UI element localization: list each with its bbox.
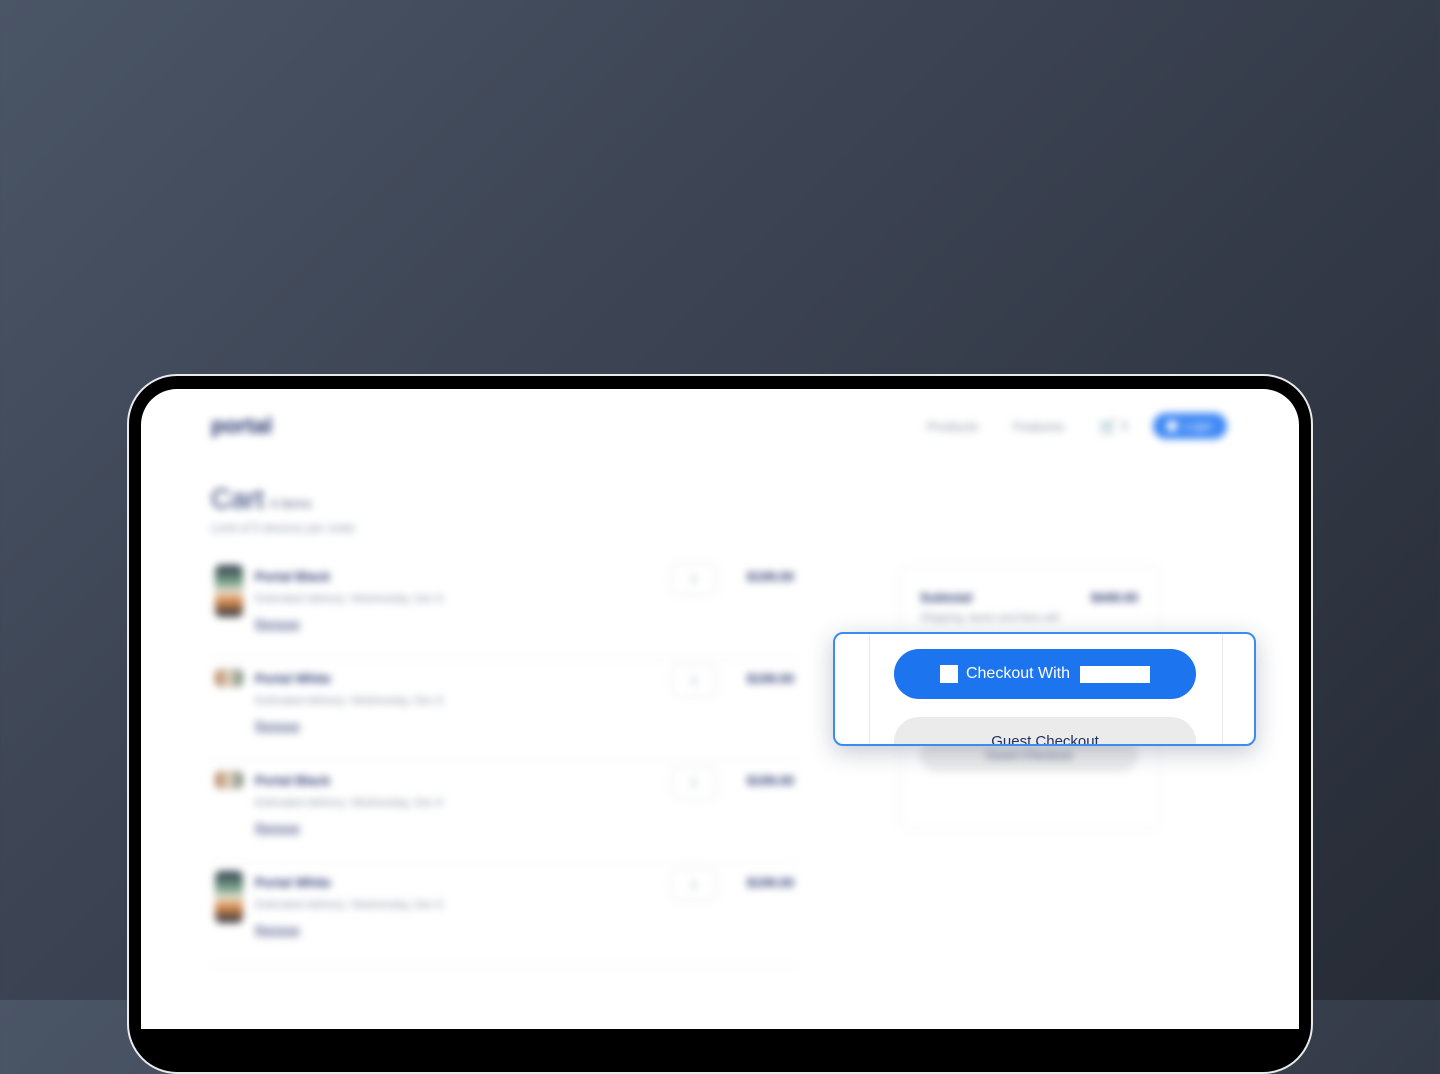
remove-link[interactable]: Remove xyxy=(255,821,300,835)
brand-wordmark-icon xyxy=(1080,665,1151,683)
login-button[interactable]: Login xyxy=(1153,413,1227,439)
brand-logo-icon xyxy=(939,665,958,683)
item-price: $199.00 xyxy=(747,875,794,890)
guest-checkout-button[interactable]: Guest Checkout xyxy=(894,717,1196,744)
page-title: Cart 4 items xyxy=(211,483,312,515)
item-price: $199.00 xyxy=(747,671,794,686)
quantity-selector[interactable]: 1 xyxy=(671,767,717,799)
item-name: Portal White xyxy=(255,875,331,890)
divider xyxy=(1222,634,1223,744)
cart-item: Portal Black Estimated delivery: Wednesd… xyxy=(211,761,797,864)
checkout-label: Checkout With xyxy=(965,665,1071,682)
item-delivery: Estimated delivery: Wednesday, Dec 8 xyxy=(255,797,443,809)
item-delivery: Estimated delivery: Wednesday, Dec 8 xyxy=(255,695,443,707)
checkout-options-popup: Checkout With Guest Checkout xyxy=(833,632,1256,746)
product-image xyxy=(215,565,243,617)
user-icon xyxy=(1167,421,1178,431)
summary-note: Shipping, taxes and fees will xyxy=(920,612,1059,624)
item-delivery: Estimated delivery: Wednesday, Dec 8 xyxy=(255,899,443,911)
product-image xyxy=(215,871,243,923)
cart-item: Portal White Estimated delivery: Wednesd… xyxy=(211,863,797,966)
remove-link[interactable]: Remove xyxy=(255,923,300,937)
cart-count: 4 xyxy=(1121,419,1128,433)
cart-title: Cart xyxy=(211,483,264,514)
divider xyxy=(869,634,870,744)
login-label: Login xyxy=(1183,419,1213,433)
item-price: $199.00 xyxy=(747,569,794,584)
item-delivery: Estimated delivery: Wednesday, Dec 8 xyxy=(255,593,443,605)
item-price: $199.00 xyxy=(747,773,794,788)
cart-item-count: 4 items xyxy=(269,496,312,511)
item-name: Portal Black xyxy=(255,773,331,788)
item-name: Portal White xyxy=(255,671,331,686)
subtotal-label: Subtotal xyxy=(920,590,972,605)
product-image xyxy=(215,771,243,789)
subtotal-value: $449.00 xyxy=(1091,590,1138,605)
quantity-selector[interactable]: 1 xyxy=(671,665,717,697)
product-image xyxy=(215,669,243,687)
cart-item: Portal White Estimated delivery: Wednesd… xyxy=(211,659,797,762)
quantity-selector[interactable]: 1 xyxy=(671,563,717,595)
site-logo[interactable]: portal xyxy=(211,413,272,439)
nav-features[interactable]: Features xyxy=(1013,419,1064,434)
quantity-selector[interactable]: 1 xyxy=(671,869,717,901)
nav-products[interactable]: Products xyxy=(927,419,978,434)
cart-subtitle: Limit of 5 devices per order xyxy=(211,521,356,535)
cart-icon[interactable]: 🛒 xyxy=(1099,417,1118,435)
remove-link[interactable]: Remove xyxy=(255,719,300,733)
remove-link[interactable]: Remove xyxy=(255,617,300,631)
item-name: Portal Black xyxy=(255,569,331,584)
cart-item: Portal Black Estimated delivery: Wednesd… xyxy=(211,557,797,660)
checkout-with-button[interactable]: Checkout With xyxy=(894,649,1196,699)
